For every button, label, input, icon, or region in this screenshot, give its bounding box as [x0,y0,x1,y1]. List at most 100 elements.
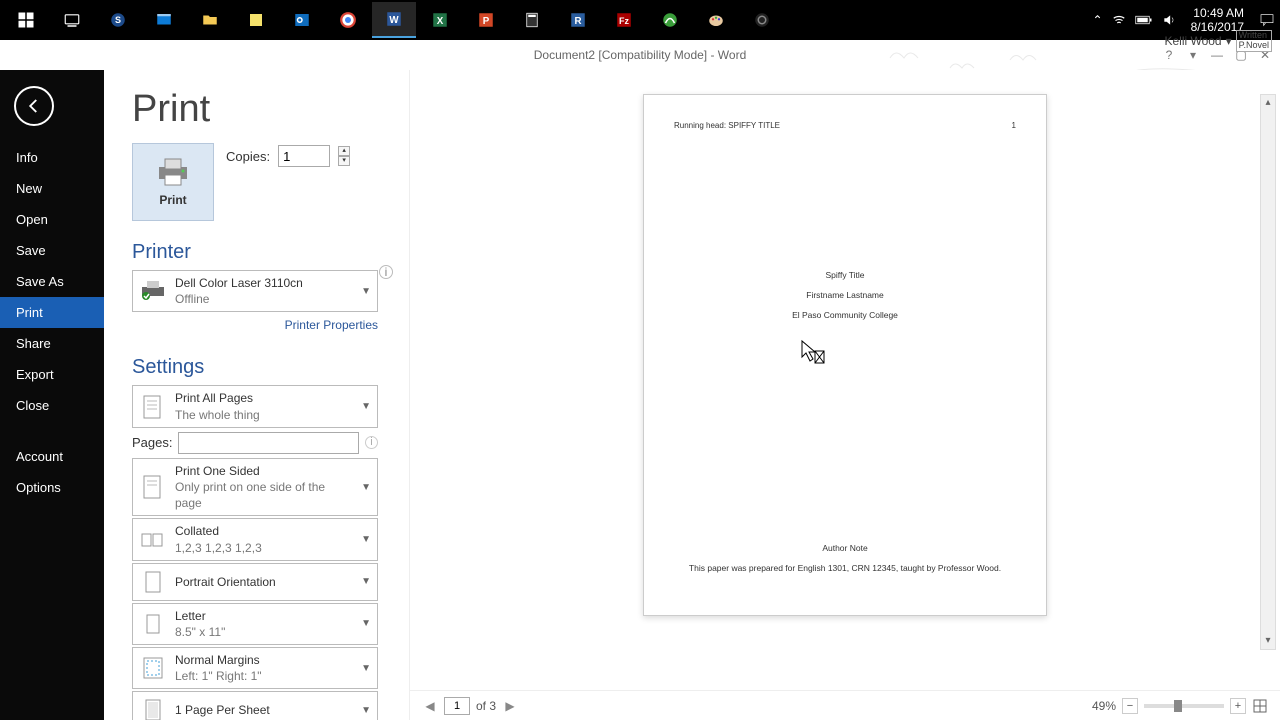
one-sided-icon [139,473,167,501]
svg-text:X: X [437,16,444,27]
edge-icon[interactable] [142,2,186,38]
svg-text:R: R [574,16,581,27]
sticky-notes-icon[interactable] [234,2,278,38]
action-center-icon[interactable] [1258,12,1276,28]
doc-author: Firstname Lastname [674,290,1016,300]
preview-scrollbar[interactable]: ▴ ▾ [1260,94,1276,650]
chevron-down-icon: ▼ [361,286,371,297]
preview-footer: ◀ of 3 ▶ 49% − + [410,690,1280,720]
nav-print[interactable]: Print [0,297,104,328]
back-button[interactable] [14,86,54,126]
fit-to-window-button[interactable] [1252,698,1268,714]
print-button[interactable]: Print [132,143,214,221]
excel-icon[interactable]: X [418,2,462,38]
collated-icon [139,526,167,554]
print-preview: Running head: SPIFFY TITLE 1 Spiffy Titl… [410,70,1280,720]
nav-new[interactable]: New [0,173,104,204]
chevron-down-icon: ▼ [361,663,371,674]
paper-size-select[interactable]: Letter8.5" x 11" ▼ [132,603,378,645]
calculator-icon[interactable] [510,2,554,38]
skype-icon[interactable]: S [96,2,140,38]
outlook-icon[interactable] [280,2,324,38]
user-label[interactable]: Kelli Wood▾ WrittenP.Novel [1164,30,1272,52]
window-title: Document2 [Compatibility Mode] - Word [534,48,747,62]
nav-options[interactable]: Options [0,472,104,503]
one-page-icon [139,696,167,720]
printer-heading: Printer [132,241,409,264]
pages-info-icon[interactable]: i [365,436,378,449]
doc-school: El Paso Community College [674,310,1016,320]
pages-icon [139,393,167,421]
tray-chevron-icon[interactable]: ⌃ [1093,13,1103,27]
paint-icon[interactable] [694,2,738,38]
author-note-heading: Author Note [674,543,1016,553]
printer-properties-link[interactable]: Printer Properties [132,314,378,336]
chevron-down-icon: ▼ [361,482,371,493]
printer-select[interactable]: Dell Color Laser 3110cn Offline ▼ [132,270,378,312]
print-range-select[interactable]: Print All PagesThe whole thing ▼ [132,385,378,427]
zoom-level: 49% [1092,699,1116,713]
backstage-nav: Info New Open Save Save As Print Share E… [0,70,104,720]
printer-info-icon[interactable]: i [379,265,393,279]
chevron-down-icon: ▼ [361,705,371,716]
current-page-input[interactable] [444,697,470,715]
taskbar: S W X P R Fz ⌃ 10:49 AM 8/16/2017 [0,0,1280,40]
tray-volume-icon[interactable] [1161,13,1177,27]
page-number: 1 [1012,121,1016,130]
file-explorer-icon[interactable] [188,2,232,38]
zoom-out-button[interactable]: − [1122,698,1138,714]
task-view-icon[interactable] [50,2,94,38]
revit-icon[interactable]: R [556,2,600,38]
zoom-slider[interactable] [1144,704,1224,708]
tray-battery-icon[interactable] [1135,14,1153,26]
collate-select[interactable]: Collated1,2,3 1,2,3 1,2,3 ▼ [132,518,378,560]
running-head: Running head: SPIFFY TITLE [674,121,780,130]
settings-heading: Settings [132,356,409,379]
nav-export[interactable]: Export [0,359,104,390]
chevron-down-icon: ▼ [361,401,371,412]
nav-save[interactable]: Save [0,235,104,266]
obs-icon[interactable] [740,2,784,38]
nav-share[interactable]: Share [0,328,104,359]
tray-wifi-icon[interactable] [1111,13,1127,27]
powerpoint-icon[interactable]: P [464,2,508,38]
pages-label: Pages: [132,435,172,450]
print-heading: Print [132,88,409,131]
zoom-in-button[interactable]: + [1230,698,1246,714]
margins-select[interactable]: Normal MarginsLeft: 1" Right: 1" ▼ [132,647,378,689]
margins-icon [139,654,167,682]
word-icon[interactable]: W [372,2,416,38]
prev-page-button[interactable]: ◀ [422,698,438,714]
chrome-icon[interactable] [326,2,370,38]
doc-title: Spiffy Title [674,270,1016,280]
nav-info[interactable]: Info [0,142,104,173]
copies-spinner[interactable]: ▴▾ [338,146,350,166]
nav-close[interactable]: Close [0,390,104,421]
pages-per-sheet-select[interactable]: 1 Page Per Sheet ▼ [132,691,378,720]
pages-input[interactable] [178,432,359,454]
letter-icon [139,610,167,638]
chevron-down-icon: ▼ [361,534,371,545]
app-green-icon[interactable] [648,2,692,38]
nav-save-as[interactable]: Save As [0,266,104,297]
svg-text:Fz: Fz [619,16,629,26]
copies-label: Copies: [226,149,270,164]
sides-select[interactable]: Print One SidedOnly print on one side of… [132,458,378,517]
nav-account[interactable]: Account [0,441,104,472]
printer-icon [155,157,191,187]
print-pane: Print Print Copies: ▴▾ Printer i [104,70,410,720]
filezilla-icon[interactable]: Fz [602,2,646,38]
orientation-select[interactable]: Portrait Orientation ▼ [132,563,378,601]
copies-input[interactable] [278,145,330,167]
portrait-icon [139,568,167,596]
nav-open[interactable]: Open [0,204,104,235]
chevron-down-icon: ▼ [361,576,371,587]
printer-device-icon [139,277,167,305]
svg-text:S: S [115,15,121,25]
next-page-button[interactable]: ▶ [502,698,518,714]
svg-text:P: P [483,16,490,27]
start-button[interactable] [4,2,48,38]
total-pages: of 3 [476,699,496,713]
cursor-busy-icon [800,339,826,365]
svg-text:W: W [389,15,399,26]
